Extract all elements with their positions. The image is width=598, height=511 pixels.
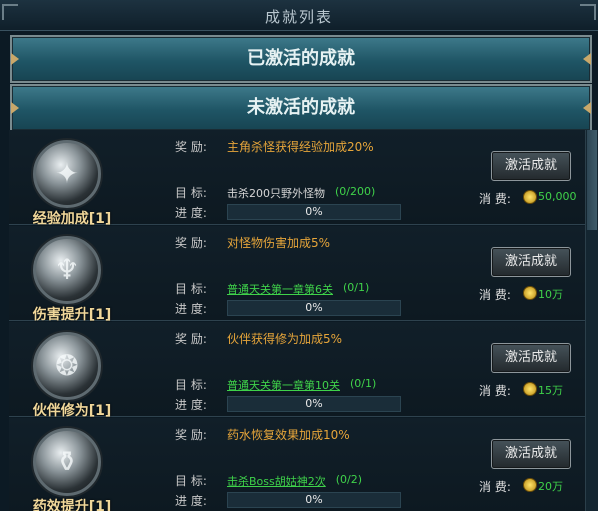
inactive-achievements-tab[interactable]: 未激活的成就 <box>10 84 592 132</box>
progress-value: 0% <box>305 397 323 410</box>
target-text[interactable]: 普通天关第一章第6关 <box>227 281 333 297</box>
progress-bar: 0% <box>227 300 401 316</box>
achievement-name: 经验加成[1] <box>32 211 112 227</box>
target-text[interactable]: 击杀Boss胡姑神2次 <box>227 473 326 489</box>
cost-value: 20万 <box>538 480 563 493</box>
achievement-emblem: ❂ <box>33 332 101 400</box>
window-title: 成就列表 <box>264 8 333 26</box>
achievement-row: ❂ 伙伴修为[1] 奖 励: 伙伴获得修为加成5% 目 标: 普通天关第一章第10关 (0/… <box>9 322 585 419</box>
reward-text: 主角杀怪获得经验加成20% <box>227 140 374 154</box>
achievement-row: ✦ 经验加成[1] 奖 励: 主角杀怪获得经验加成20% 目 标: 击杀200只野外怪物 (… <box>9 130 585 227</box>
target-count: (0/200) <box>335 185 376 198</box>
achievement-list: ✦ 经验加成[1] 奖 励: 主角杀怪获得经验加成20% 目 标: 击杀200只野外怪物 (… <box>9 130 585 511</box>
reward-label: 奖 励: <box>175 428 207 442</box>
reward-label: 奖 励: <box>175 236 207 250</box>
activate-achievement-button[interactable]: 激活成就 <box>491 151 571 181</box>
progress-bar: 0% <box>227 396 401 412</box>
chest-emblem-icon: ⚱ <box>55 445 79 478</box>
scrollbar-thumb[interactable] <box>587 130 597 230</box>
activate-achievement-button[interactable]: 激活成就 <box>491 439 571 469</box>
achievement-emblem: ✦ <box>33 140 101 208</box>
progress-bar: 0% <box>227 492 401 508</box>
cost-label: 消 费: <box>479 192 511 206</box>
cost-label: 消 费: <box>479 288 511 302</box>
scrollbar[interactable] <box>585 130 598 511</box>
progress-value: 0% <box>305 301 323 314</box>
right-arrow-icon <box>583 102 591 114</box>
coin-icon <box>523 382 537 396</box>
cost-value: 50,000 <box>538 190 577 203</box>
left-arrow-icon <box>11 53 19 65</box>
target-label: 目 标: <box>175 378 207 392</box>
activate-achievement-button[interactable]: 激活成就 <box>491 247 571 277</box>
cost-value: 10万 <box>538 288 563 301</box>
activate-achievement-button[interactable]: 激活成就 <box>491 343 571 373</box>
activated-achievements-label: 已激活的成就 <box>247 48 355 69</box>
achievement-row: ♆ 伤害提升[1] 奖 励: 对怪物伤害加成5% 目 标: 普通天关第一章第6关 (0/1)… <box>9 226 585 323</box>
achievement-panel: 成就列表 已激活的成就 未激活的成就 ✦ 经验加成[1] 奖 励: 主角杀怪获得经验加… <box>0 0 598 511</box>
left-arrow-icon <box>11 102 19 114</box>
progress-value: 0% <box>305 205 323 218</box>
trident-emblem-icon: ♆ <box>54 253 80 286</box>
sparkle-emblem-icon: ✦ <box>55 157 79 190</box>
achievement-emblem: ♆ <box>33 236 101 304</box>
achievement-emblem: ⚱ <box>33 428 101 496</box>
reward-text: 药水恢复效果加成10% <box>227 428 350 442</box>
coin-icon <box>523 190 537 204</box>
reward-text: 伙伴获得修为加成5% <box>227 332 343 346</box>
title-bar: 成就列表 <box>0 0 598 31</box>
target-count: (0/2) <box>335 473 363 486</box>
inactive-achievements-label: 未激活的成就 <box>247 97 355 118</box>
cost-label: 消 费: <box>479 480 511 494</box>
cost-value: 15万 <box>538 384 563 397</box>
reward-label: 奖 励: <box>175 140 207 154</box>
achievement-row: ⚱ 药效提升[1] 奖 励: 药水恢复效果加成10% 目 标: 击杀Boss胡姑神2次 (0… <box>9 418 585 511</box>
flame-emblem-icon: ❂ <box>55 349 79 382</box>
target-label: 目 标: <box>175 474 207 488</box>
target-text: 击杀200只野外怪物 <box>227 187 325 200</box>
target-text[interactable]: 普通天关第一章第10关 <box>227 377 340 393</box>
achievement-name: 伤害提升[1] <box>32 307 112 323</box>
progress-label: 进 度: <box>175 206 207 220</box>
reward-label: 奖 励: <box>175 332 207 346</box>
target-count: (0/1) <box>350 377 377 390</box>
achievement-name: 药效提升[1] <box>32 499 112 511</box>
coin-icon <box>523 478 537 492</box>
progress-label: 进 度: <box>175 398 207 412</box>
cost-label: 消 费: <box>479 384 511 398</box>
achievement-name: 伙伴修为[1] <box>32 403 112 419</box>
target-count: (0/1) <box>343 281 370 294</box>
reward-text: 对怪物伤害加成5% <box>227 236 331 250</box>
progress-value: 0% <box>305 493 323 506</box>
target-label: 目 标: <box>175 186 207 200</box>
coin-icon <box>523 286 537 300</box>
corner-ornament-right <box>580 4 596 20</box>
progress-bar: 0% <box>227 204 401 220</box>
right-arrow-icon <box>583 53 591 65</box>
activated-achievements-tab[interactable]: 已激活的成就 <box>10 35 592 83</box>
target-label: 目 标: <box>175 282 207 296</box>
progress-label: 进 度: <box>175 302 207 316</box>
progress-label: 进 度: <box>175 494 207 508</box>
